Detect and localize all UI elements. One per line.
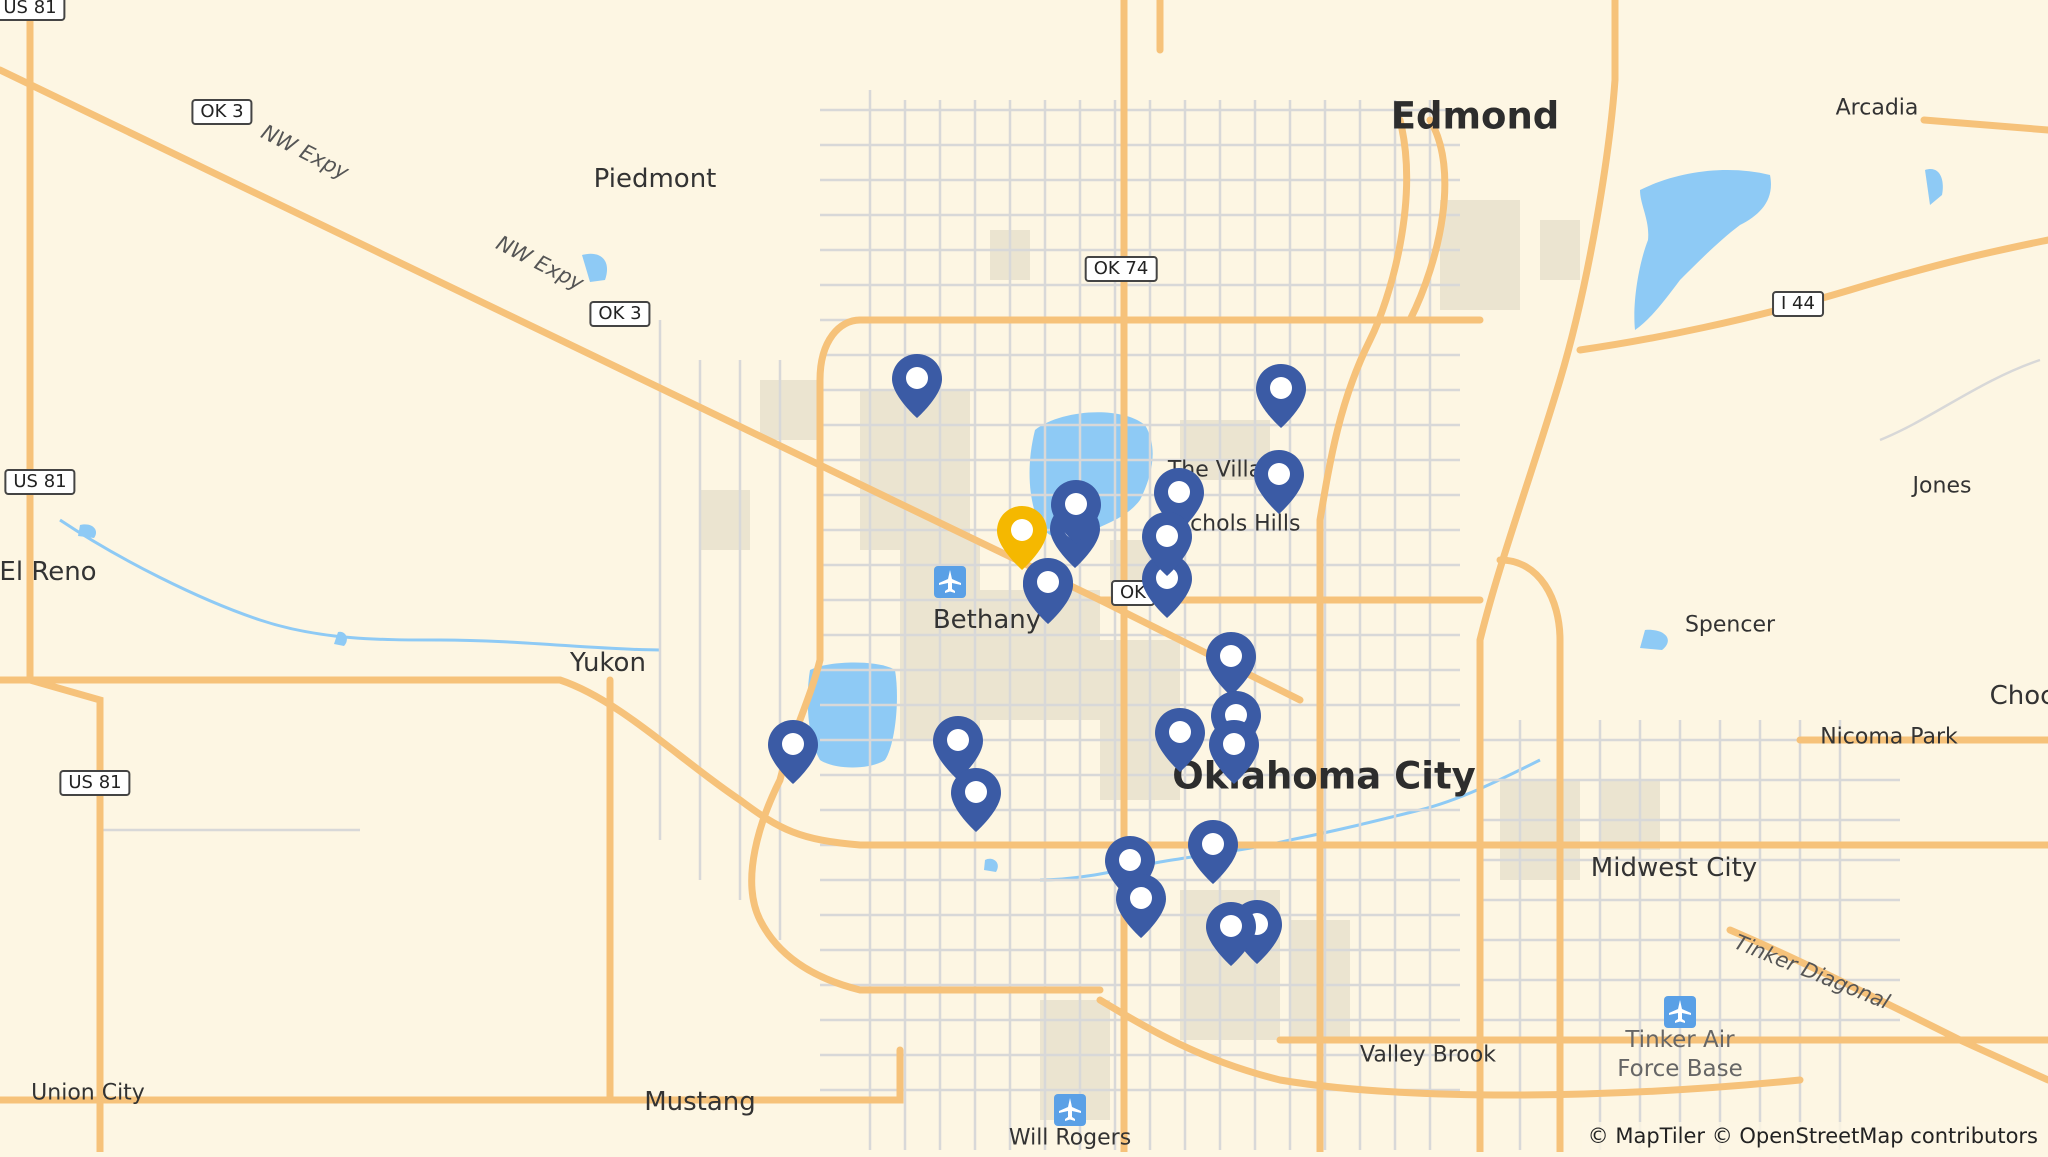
place-label-arcadia: Arcadia — [1835, 95, 1919, 121]
road-shield-i44: I 44 — [1772, 291, 1824, 317]
place-label-union-city: Union City — [31, 1080, 145, 1106]
tinker-label-line2: Force Base — [1617, 1056, 1743, 1082]
road-shield-ok3: OK 3 — [191, 99, 253, 125]
map-marker[interactable] — [1186, 818, 1240, 886]
place-label-nicoma-park: Nicoma Park — [1820, 724, 1958, 750]
map-canvas[interactable]: US 81 OK 3 OK 3 OK 74 I 44 US 81 US 81 O… — [0, 0, 2048, 1156]
place-label-will-rogers: Will Rogers — [1008, 1125, 1132, 1151]
tinker-label-line1: Tinker Air — [1625, 1027, 1735, 1053]
place-label-valley-brook: Valley Brook — [1360, 1042, 1496, 1068]
map-marker[interactable] — [1207, 718, 1261, 786]
map-marker[interactable] — [1254, 362, 1308, 430]
place-label-mustang: Mustang — [644, 1087, 756, 1117]
place-label-piedmont: Piedmont — [593, 164, 717, 194]
place-label-jones: Jones — [1912, 473, 1972, 499]
map-marker[interactable] — [1153, 706, 1207, 774]
place-label-tinker-afb: Tinker Air Force Base — [1617, 1026, 1743, 1084]
map-marker[interactable] — [949, 766, 1003, 834]
airport-icon — [1054, 1094, 1086, 1126]
road-shield-us81: US 81 — [59, 770, 131, 796]
road-shield-us81: US 81 — [4, 469, 76, 495]
road-shield-us81: US 81 — [0, 0, 66, 21]
airport-icon — [1664, 996, 1696, 1028]
map-attribution[interactable]: © MapTiler © OpenStreetMap contributors — [1581, 1122, 2044, 1150]
place-label-yukon: Yukon — [570, 648, 646, 678]
map-marker[interactable] — [1204, 900, 1258, 968]
place-label-el-reno: El Reno — [0, 557, 97, 587]
place-label-spencer: Spencer — [1684, 612, 1776, 638]
map-marker[interactable] — [1204, 630, 1258, 698]
map-marker-selected[interactable] — [995, 504, 1049, 572]
map-marker[interactable] — [1140, 510, 1194, 578]
place-label-midwest-city: Midwest City — [1590, 853, 1758, 883]
map-marker[interactable] — [1252, 448, 1306, 516]
airport-icon — [934, 566, 966, 598]
place-label-edmond: Edmond — [1390, 94, 1560, 138]
road-shield-ok3: OK 3 — [589, 301, 651, 327]
map-marker[interactable] — [766, 718, 820, 786]
map-marker[interactable] — [1049, 478, 1103, 546]
road-shield-ok74: OK 74 — [1084, 256, 1158, 282]
map-marker[interactable] — [1114, 872, 1168, 940]
map-marker[interactable] — [890, 352, 944, 420]
place-label-choctaw: Choc — [1989, 681, 2048, 711]
